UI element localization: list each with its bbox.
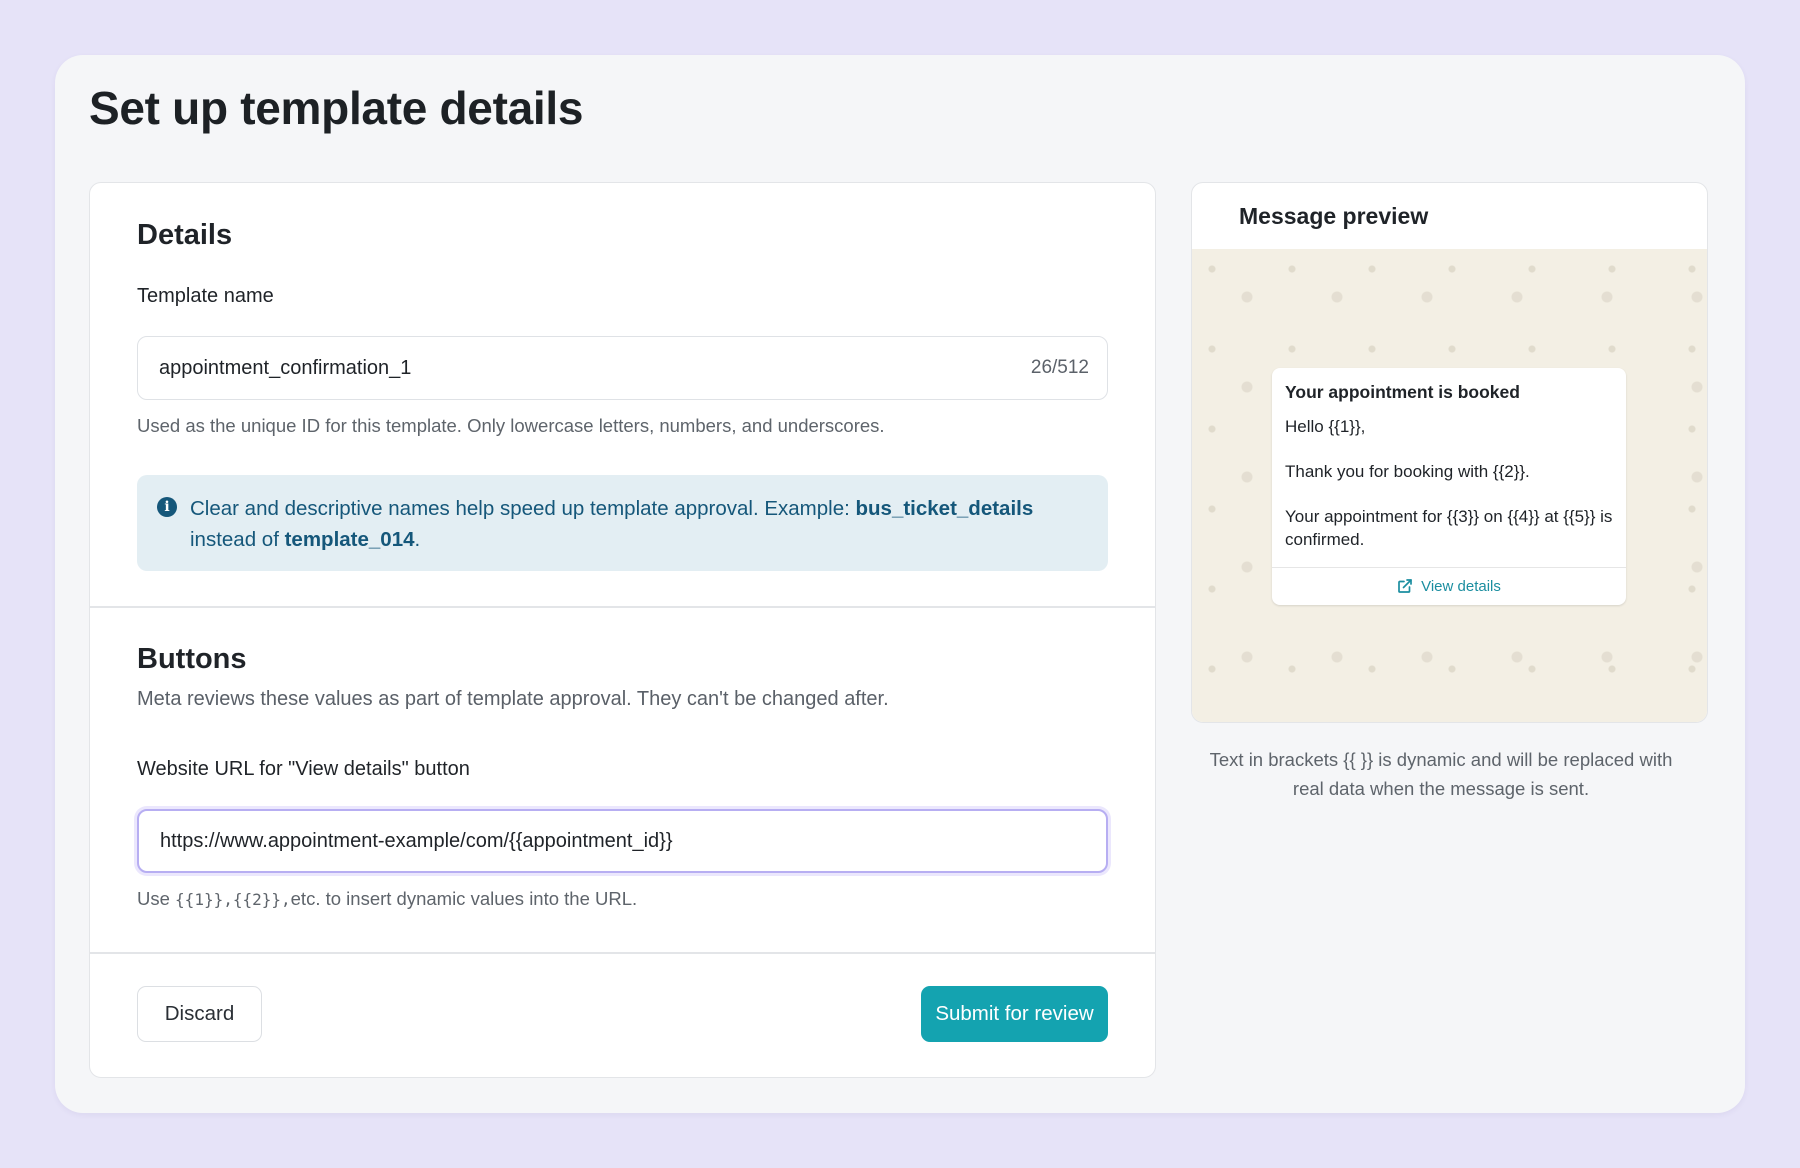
tip-text-end: . xyxy=(414,528,421,551)
message-bubble: Your appointment is booked Hello {{1}}, … xyxy=(1272,368,1626,605)
submit-for-review-button[interactable]: Submit for review xyxy=(921,986,1108,1042)
tip-text-middle: instead of xyxy=(190,528,285,551)
tip-example-bad: template_014 xyxy=(284,528,415,551)
message-preview-title: Message preview xyxy=(1239,203,1429,229)
website-url-label: Website URL for "View details" button xyxy=(137,758,470,780)
chat-background: Your appointment is booked Hello {{1}}, … xyxy=(1192,249,1707,722)
buttons-section-title: Buttons xyxy=(137,643,247,675)
template-name-input[interactable]: appointment_confirmation_1 26/512 xyxy=(137,336,1108,400)
info-icon: i xyxy=(157,497,177,517)
buttons-section-description: Meta reviews these values as part of tem… xyxy=(137,688,889,710)
template-name-value: appointment_confirmation_1 xyxy=(159,356,412,379)
website-url-help: Use {{1}},{{2}},etc. to insert dynamic v… xyxy=(137,888,637,910)
naming-tip-banner: i Clear and descriptive names help speed… xyxy=(137,475,1108,571)
message-preview-card: Message preview Your appointment is book… xyxy=(1191,182,1708,723)
url-help-prefix: Use xyxy=(137,888,176,909)
url-help-code: {{1}},{{2}}, xyxy=(175,890,291,909)
naming-tip-text: Clear and descriptive names help speed u… xyxy=(190,493,1090,555)
view-details-link[interactable]: View details xyxy=(1272,567,1626,605)
external-link-icon xyxy=(1398,579,1412,593)
discard-button[interactable]: Discard xyxy=(137,986,262,1042)
page-title: Set up template details xyxy=(89,82,584,134)
template-name-label: Template name xyxy=(137,285,274,307)
tip-example-good: bus_ticket_details xyxy=(855,497,1034,520)
website-url-input[interactable]: https://www.appointment-example/com/{{ap… xyxy=(137,809,1108,873)
footer-divider xyxy=(90,952,1155,954)
section-divider xyxy=(90,606,1155,608)
bubble-title: Your appointment is booked xyxy=(1285,382,1520,402)
template-name-help: Used as the unique ID for this template.… xyxy=(137,415,885,436)
character-counter: 26/512 xyxy=(1030,357,1089,378)
view-details-label: View details xyxy=(1421,577,1501,595)
template-form-card: Details Template name appointment_confir… xyxy=(89,182,1156,1078)
preview-note: Text in brackets {{ }} is dynamic and wi… xyxy=(1209,749,1673,799)
website-url-value: https://www.appointment-example/com/{{ap… xyxy=(160,829,673,852)
url-help-suffix: etc. to insert dynamic values into the U… xyxy=(290,888,638,909)
bubble-body: Hello {{1}}, Thank you for booking with … xyxy=(1285,417,1613,549)
tip-text-start: Clear and descriptive names help speed u… xyxy=(190,497,856,520)
details-section-title: Details xyxy=(137,219,233,251)
